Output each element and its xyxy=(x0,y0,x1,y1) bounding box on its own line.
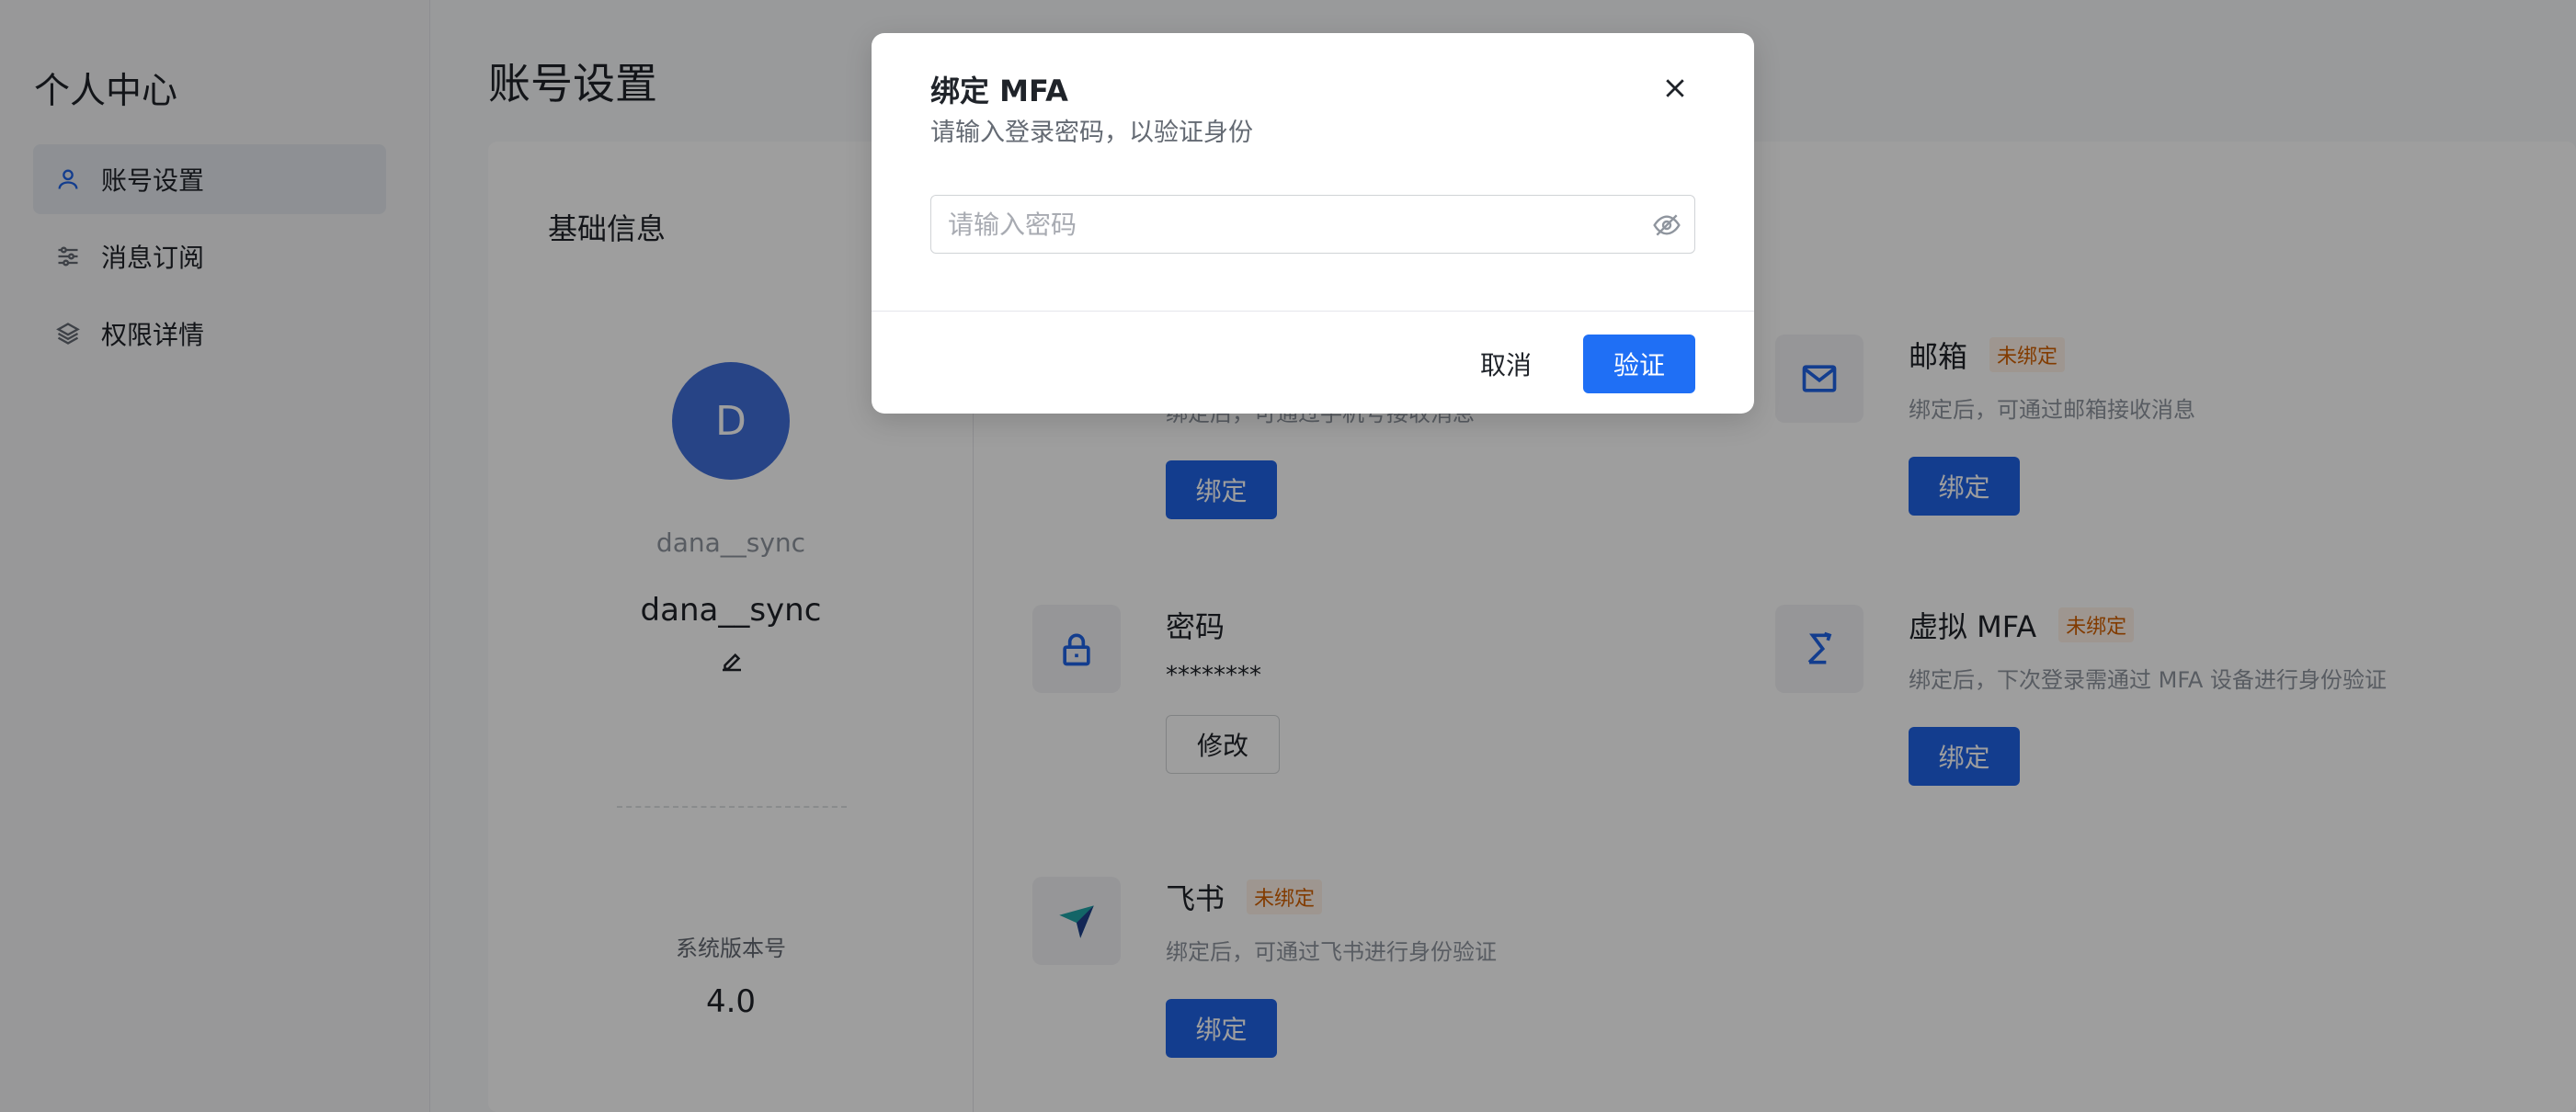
cancel-button[interactable]: 取消 xyxy=(1460,335,1552,393)
bind-mfa-modal: 绑定 MFA 请输入登录密码，以验证身份 取消 验证 xyxy=(872,33,1754,414)
password-input[interactable] xyxy=(931,196,1630,253)
modal-title: 绑定 MFA xyxy=(930,74,1068,108)
app-root: 个人中心 账号设置 消息订阅 权限详情 账号设置 基础信息 D dana__sy… xyxy=(0,0,2576,1112)
eye-off-icon[interactable] xyxy=(1652,210,1681,240)
close-icon[interactable] xyxy=(1655,68,1695,108)
modal-divider xyxy=(872,311,1754,312)
modal-subtitle: 请输入登录密码，以验证身份 xyxy=(930,119,1253,147)
verify-button[interactable]: 验证 xyxy=(1583,335,1695,393)
password-field-wrapper xyxy=(930,195,1695,254)
